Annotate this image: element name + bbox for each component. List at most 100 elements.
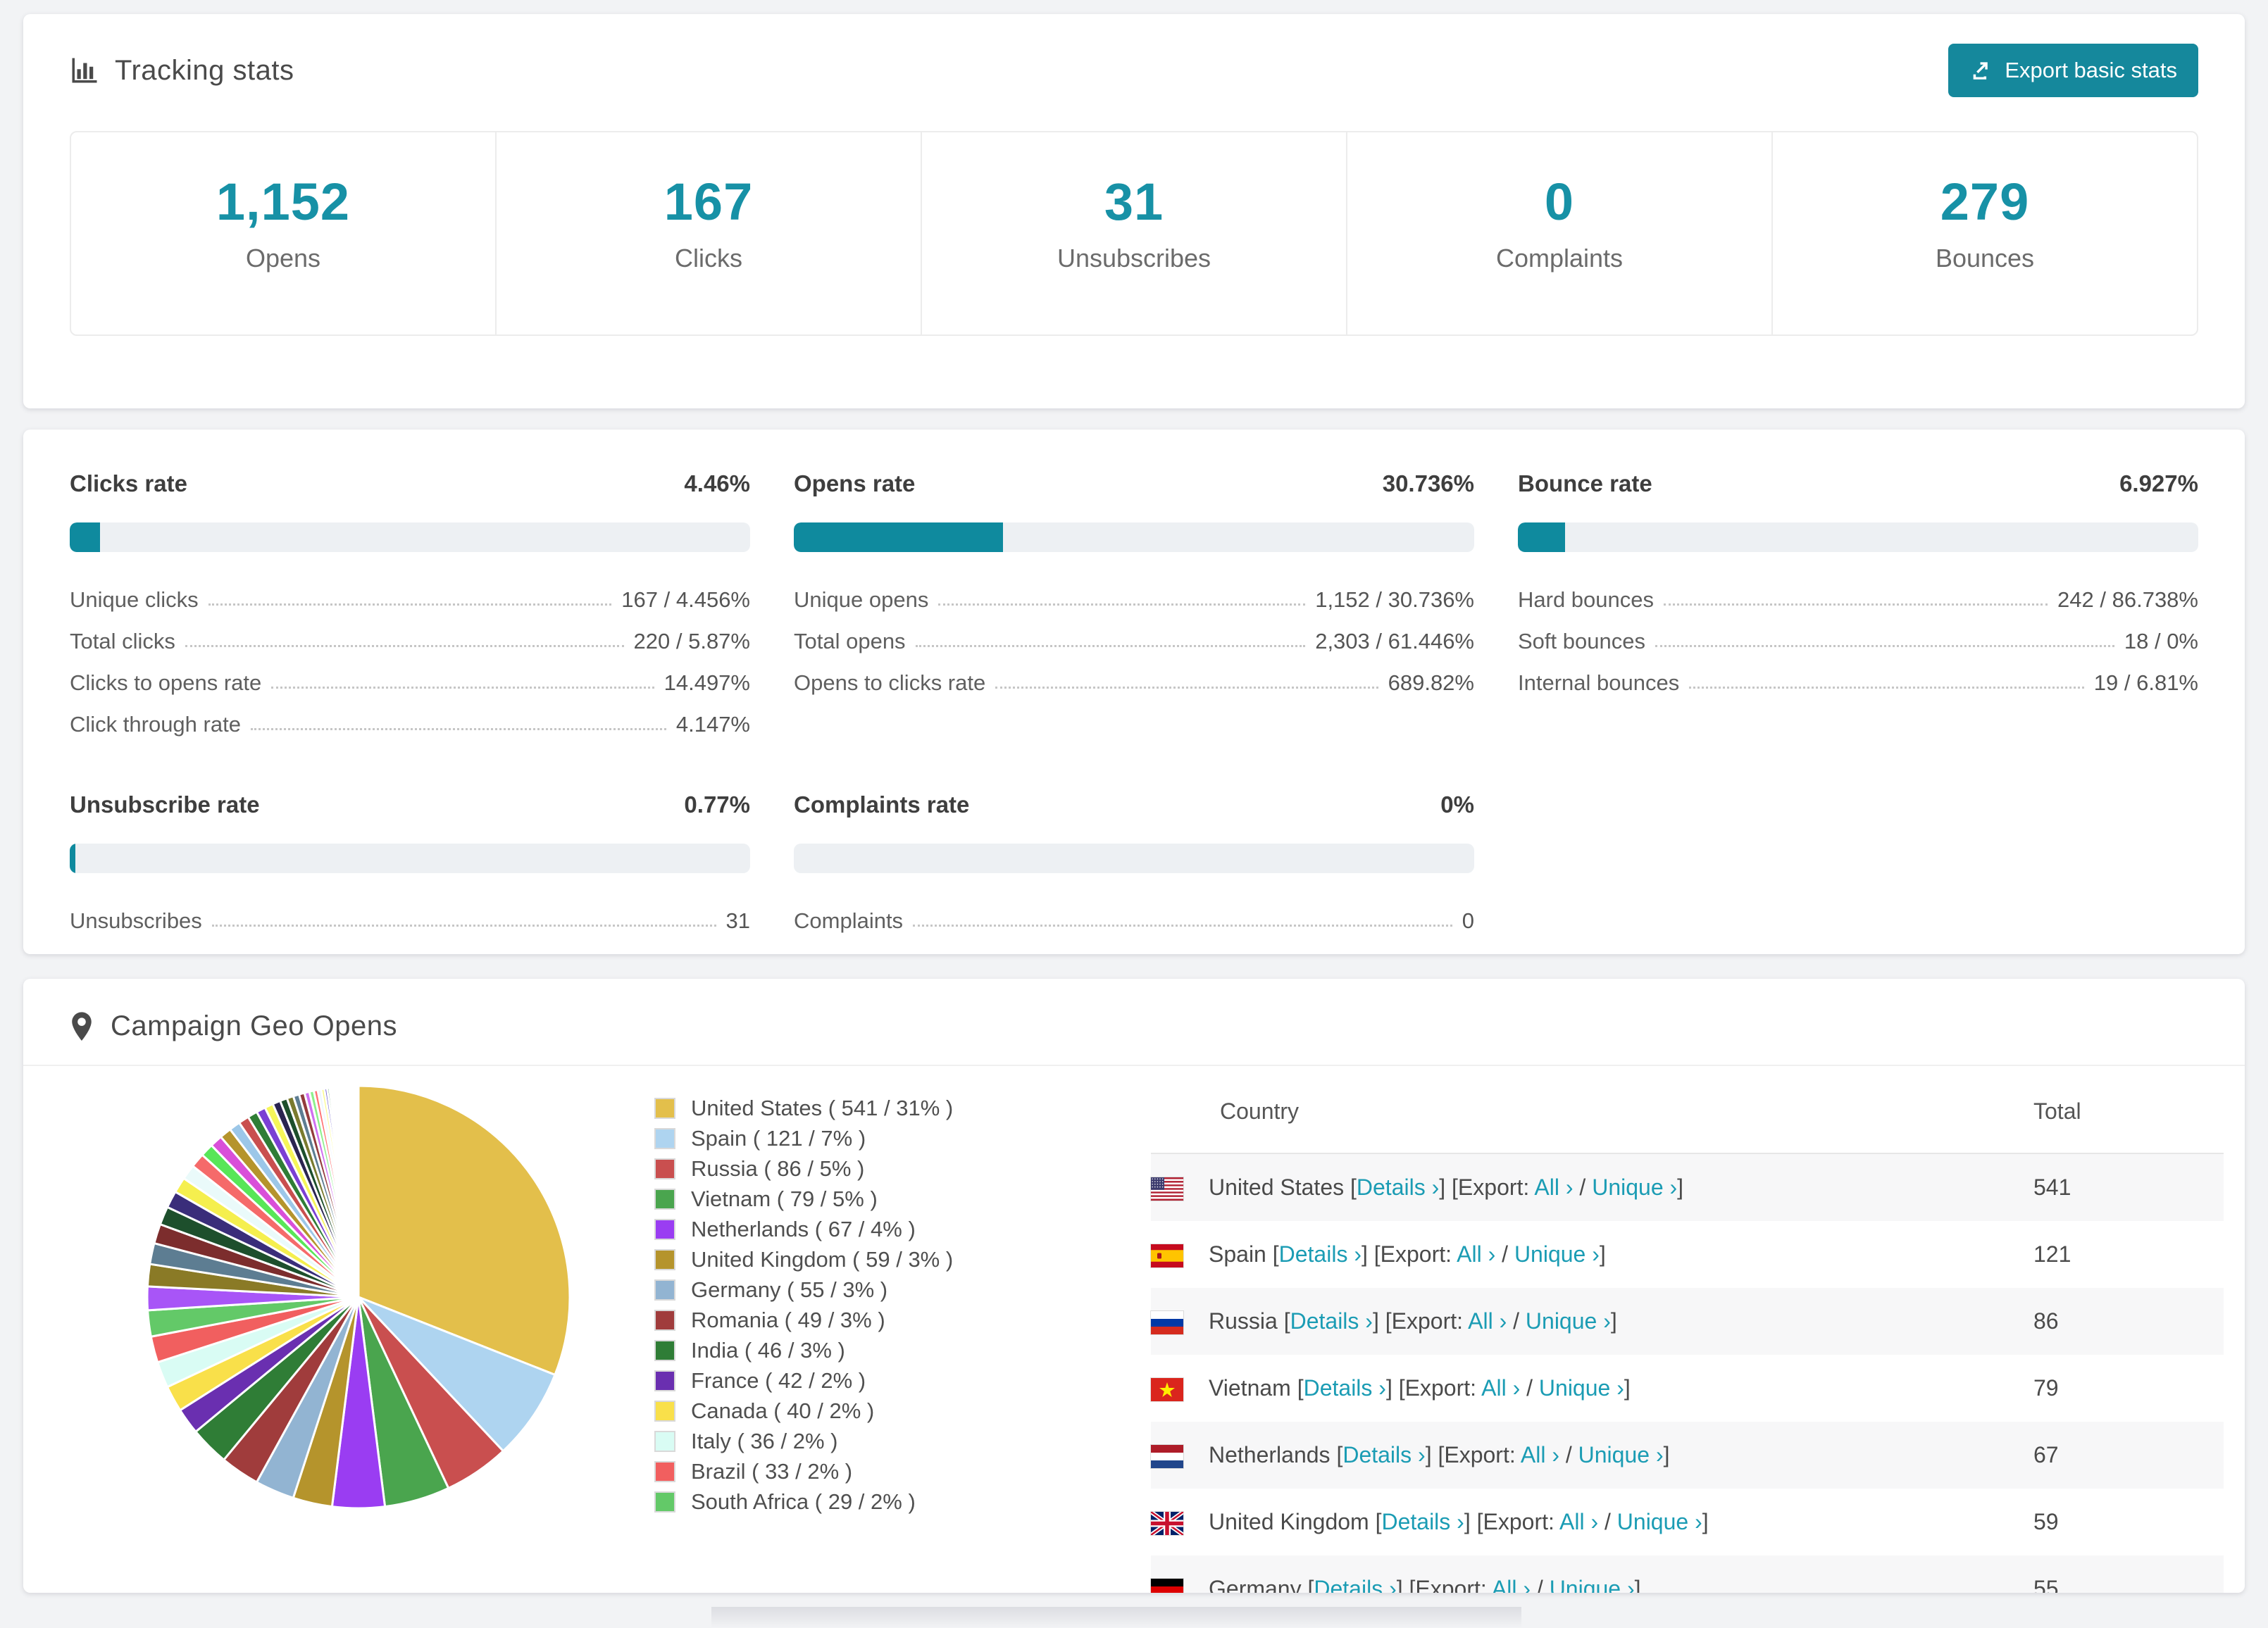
rate-progress-fill [1518, 522, 1565, 552]
details-link[interactable]: Details › [1342, 1442, 1425, 1467]
legend-label: United States ( 541 / 31% ) [691, 1095, 954, 1120]
rate-block-complaints-rate: Complaints rate 0% Complaints 0 [794, 791, 1474, 933]
rate-progress-fill [70, 522, 101, 552]
legend-item-france[interactable]: France ( 42 / 2% ) [654, 1365, 1028, 1396]
rate-stat-row: Unsubscribes 31 [70, 891, 750, 933]
legend-item-brazil[interactable]: Brazil ( 33 / 2% ) [654, 1456, 1028, 1486]
bracket: ] [1372, 1308, 1385, 1334]
export-all-link[interactable]: All › [1468, 1308, 1507, 1334]
country-total: 79 [2033, 1375, 2059, 1401]
slash: / [1495, 1241, 1514, 1267]
geo-table-header-row: Country Total [1151, 1079, 2224, 1154]
export-all-link[interactable]: All › [1521, 1442, 1559, 1467]
legend-item-south-africa[interactable]: South Africa ( 29 / 2% ) [654, 1486, 1028, 1517]
bracket: ] [1464, 1508, 1477, 1534]
tracking-stats-header: Tracking stats Export basic stats [70, 44, 2198, 97]
legend-item-india[interactable]: India ( 46 / 3% ) [654, 1335, 1028, 1365]
column-header-total: Total [2033, 1079, 2224, 1154]
export-unique-link[interactable]: Unique › [1539, 1375, 1624, 1401]
legend-item-spain[interactable]: Spain ( 121 / 7% ) [654, 1123, 1028, 1153]
bracket: [ [1398, 1375, 1405, 1401]
country-total: 86 [2033, 1308, 2059, 1334]
rate-progress-bar [1518, 522, 2198, 552]
legend-item-canada[interactable]: Canada ( 40 / 2% ) [654, 1396, 1028, 1426]
country-name: Vietnam [1209, 1375, 1297, 1401]
legend-item-united-kingdom[interactable]: United Kingdom ( 59 / 3% ) [654, 1244, 1028, 1275]
united-states-flag-icon [1151, 1177, 1183, 1201]
bracket: [ [1336, 1441, 1343, 1467]
country-name: Russia [1209, 1308, 1284, 1334]
export-unique-link[interactable]: Unique › [1592, 1175, 1677, 1200]
dotted-leader [915, 645, 1306, 647]
geo-table-row-es: Spain [Details ›] [Export: All › / Uniqu… [1151, 1221, 2224, 1288]
bracket: ] [1634, 1575, 1641, 1593]
rate-stat-value: 19 / 6.81% [2093, 670, 2198, 695]
export-unique-link[interactable]: Unique › [1526, 1308, 1611, 1334]
details-link[interactable]: Details › [1314, 1576, 1396, 1593]
dotted-leader [995, 687, 1378, 689]
export-all-link[interactable]: All › [1559, 1509, 1598, 1534]
rate-stat-row: Unique opens 1,152 / 30.736% [794, 570, 1474, 612]
country-name: United States [1209, 1174, 1350, 1200]
geo-pie-chart[interactable] [140, 1079, 591, 1519]
export-all-link[interactable]: All › [1534, 1175, 1573, 1200]
country-name: United Kingdom [1209, 1508, 1376, 1534]
rate-stat-row: Total clicks 220 / 5.87% [70, 612, 750, 653]
country-total: 55 [2033, 1576, 2059, 1593]
details-link[interactable]: Details › [1357, 1175, 1439, 1200]
bracket: ] [1663, 1441, 1670, 1467]
legend-swatch [654, 1491, 675, 1513]
legend-label: Netherlands ( 67 / 4% ) [691, 1216, 916, 1241]
legend-label: Italy ( 36 / 2% ) [691, 1428, 838, 1453]
details-link[interactable]: Details › [1290, 1308, 1373, 1334]
legend-item-italy[interactable]: Italy ( 36 / 2% ) [654, 1426, 1028, 1456]
export-all-link[interactable]: All › [1457, 1241, 1495, 1267]
export-all-link[interactable]: All › [1492, 1576, 1531, 1593]
bracket: ] [1425, 1441, 1438, 1467]
bracket: ] [1677, 1174, 1684, 1200]
stat-value: 31 [1104, 173, 1164, 231]
slash: / [1531, 1575, 1550, 1593]
rate-stat-row: Soft bounces 18 / 0% [1518, 612, 2198, 653]
legend-item-romania[interactable]: Romania ( 49 / 3% ) [654, 1305, 1028, 1335]
legend-item-netherlands[interactable]: Netherlands ( 67 / 4% ) [654, 1214, 1028, 1244]
bracket: ] [1361, 1241, 1374, 1267]
geo-table-row-gb: United Kingdom [Details ›] [Export: All … [1151, 1489, 2224, 1555]
legend-label: Canada ( 40 / 2% ) [691, 1398, 875, 1423]
country-name: Spain [1209, 1241, 1273, 1267]
legend-label: Brazil ( 33 / 2% ) [691, 1458, 853, 1484]
export-basic-stats-button[interactable]: Export basic stats [1948, 44, 2198, 97]
export-unique-link[interactable]: Unique › [1514, 1241, 1600, 1267]
rate-stat-value: 220 / 5.87% [633, 628, 750, 653]
rate-stat-row: Hard bounces 242 / 86.738% [1518, 570, 2198, 612]
export-prefix: Export: [1444, 1441, 1521, 1467]
stat-label: Clicks [675, 244, 742, 273]
rate-title: Bounce rate [1518, 470, 1652, 496]
column-header-country: Country [1151, 1079, 2033, 1154]
export-unique-link[interactable]: Unique › [1550, 1576, 1635, 1593]
rate-stat-row: Unique clicks 167 / 4.456% [70, 570, 750, 612]
legend-item-united-states[interactable]: United States ( 541 / 31% ) [654, 1093, 1028, 1123]
legend-item-germany[interactable]: Germany ( 55 / 3% ) [654, 1275, 1028, 1305]
legend-swatch [654, 1400, 675, 1422]
legend-swatch [654, 1430, 675, 1452]
country-total: 67 [2033, 1442, 2059, 1467]
stat-label: Bounces [1935, 244, 2035, 273]
legend-label: India ( 46 / 3% ) [691, 1337, 845, 1363]
bracket: [ [1385, 1308, 1392, 1334]
export-prefix: Export: [1483, 1508, 1559, 1534]
rate-value: 0.77% [684, 791, 750, 818]
export-all-link[interactable]: All › [1481, 1375, 1520, 1401]
rate-stat-label: Total opens [794, 628, 906, 653]
details-link[interactable]: Details › [1279, 1241, 1362, 1267]
details-link[interactable]: Details › [1304, 1375, 1386, 1401]
legend-item-vietnam[interactable]: Vietnam ( 79 / 5% ) [654, 1184, 1028, 1214]
export-unique-link[interactable]: Unique › [1617, 1509, 1702, 1534]
legend-item-russia[interactable]: Russia ( 86 / 5% ) [654, 1153, 1028, 1184]
export-unique-link[interactable]: Unique › [1578, 1442, 1664, 1467]
details-link[interactable]: Details › [1381, 1509, 1464, 1534]
geo-title: Campaign Geo Opens [111, 1010, 398, 1041]
rate-stat-value: 0 [1462, 908, 1474, 933]
legend-swatch [654, 1339, 675, 1361]
rate-stat-value: 2,303 / 61.446% [1315, 628, 1474, 653]
